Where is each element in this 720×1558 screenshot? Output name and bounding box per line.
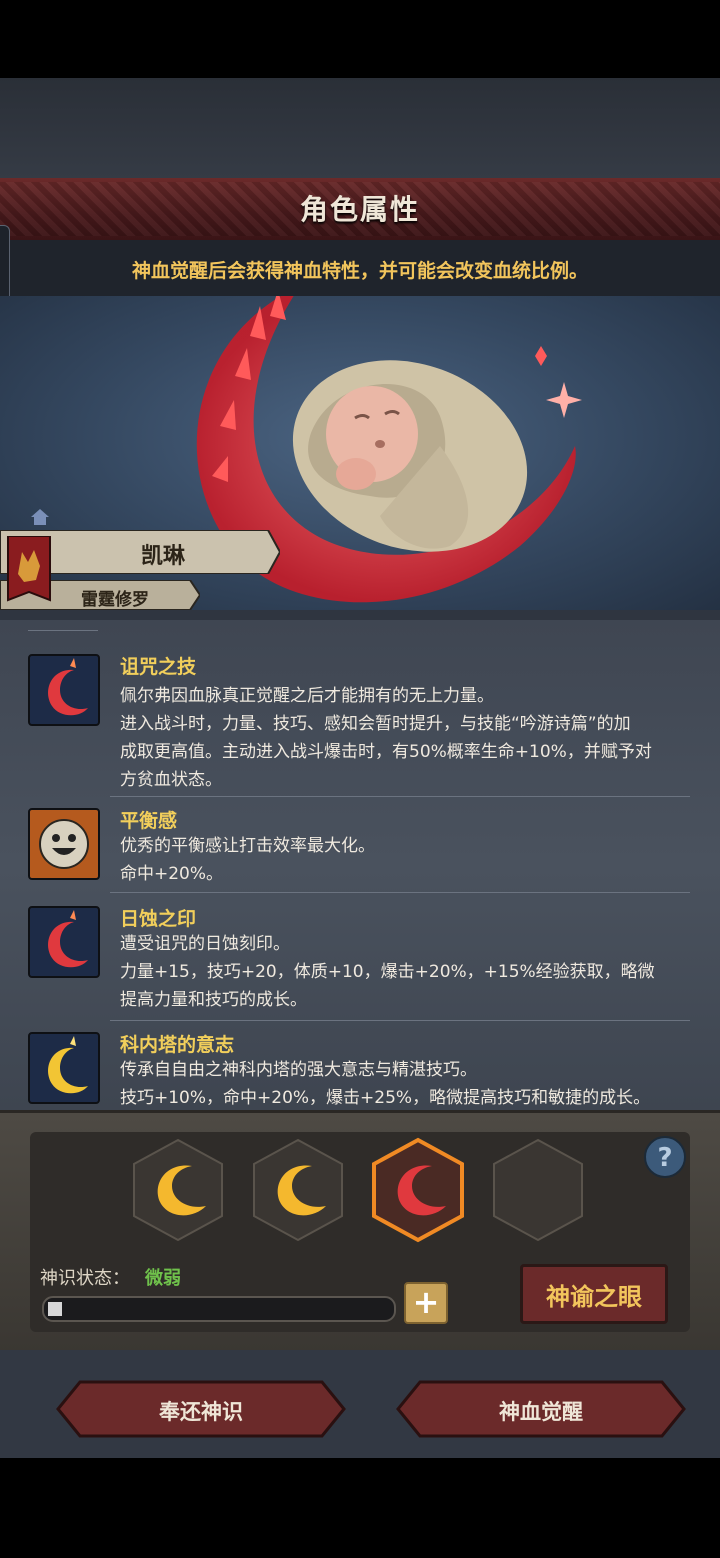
home-icon[interactable] <box>30 508 50 526</box>
sparkle-star <box>546 382 582 418</box>
hint-text: 神血觉醒后会获得神血特性，并可能会改变血统比例。 <box>131 260 588 282</box>
page-title: 角色属性 <box>299 193 420 226</box>
help-button[interactable]: ? <box>644 1136 686 1178</box>
divine-state-label: 神识状态： <box>40 1268 130 1289</box>
divine-slot-3-selected[interactable] <box>372 1137 464 1243</box>
character-class: 雷霆修罗 <box>81 590 149 610</box>
trait-list[interactable]: 诅咒之技 佩尔弗因血脉真正觉醒之后才能拥有的无上力量。 进入战斗时，力量、技巧、感… <box>0 620 720 1110</box>
return-divine-label: 奉还神识 <box>159 1400 243 1424</box>
character-name: 凯琳 <box>140 544 185 569</box>
scrolled-out-row <box>0 620 720 634</box>
divine-state-value: 微弱 <box>145 1268 181 1289</box>
blood-awaken-label: 神血觉醒 <box>499 1400 583 1424</box>
plus-button[interactable]: + <box>404 1282 448 1324</box>
divine-progress-bar <box>42 1296 396 1322</box>
gold-crescent-icon <box>28 1032 100 1104</box>
trait-name: 日蚀之印 <box>120 908 197 930</box>
trait-name: 科内塔的意志 <box>120 1034 235 1056</box>
trait-desc: 遭受诅咒的日蚀刻印。 力量+15，技巧+20，体质+10，爆击+20%，+15%经… <box>120 934 655 1010</box>
trait-name: 诅咒之技 <box>120 656 197 678</box>
trait-name: 平衡感 <box>120 810 178 832</box>
return-divine-button[interactable]: 奉还神识 <box>56 1380 346 1438</box>
top-band <box>0 78 720 178</box>
divine-slot-4-empty[interactable] <box>493 1138 583 1242</box>
divine-progress-fill <box>48 1302 62 1316</box>
blood-awaken-button[interactable]: 神血觉醒 <box>396 1380 686 1438</box>
divine-slots <box>130 1136 590 1248</box>
trait-desc: 优秀的平衡感让打击效率最大化。 命中+20%。 <box>120 836 375 884</box>
red-crescent-icon <box>28 906 100 978</box>
red-crescent-icon <box>28 654 100 726</box>
smiley-face-icon <box>28 808 100 880</box>
oracle-eye-button[interactable]: 神谕之眼 <box>520 1264 668 1324</box>
divine-slot-1[interactable] <box>133 1138 223 1242</box>
wolf-crest-icon <box>6 535 52 606</box>
divine-slot-2[interactable] <box>253 1138 343 1242</box>
trait-desc: 佩尔弗因血脉真正觉醒之后才能拥有的无上力量。 进入战斗时，力量、技巧、感知会暂时提… <box>120 686 652 790</box>
trait-desc: 传承自自由之神科内塔的强大意志与精湛技巧。 技巧+10%，命中+20%，爆击+25… <box>120 1060 651 1108</box>
